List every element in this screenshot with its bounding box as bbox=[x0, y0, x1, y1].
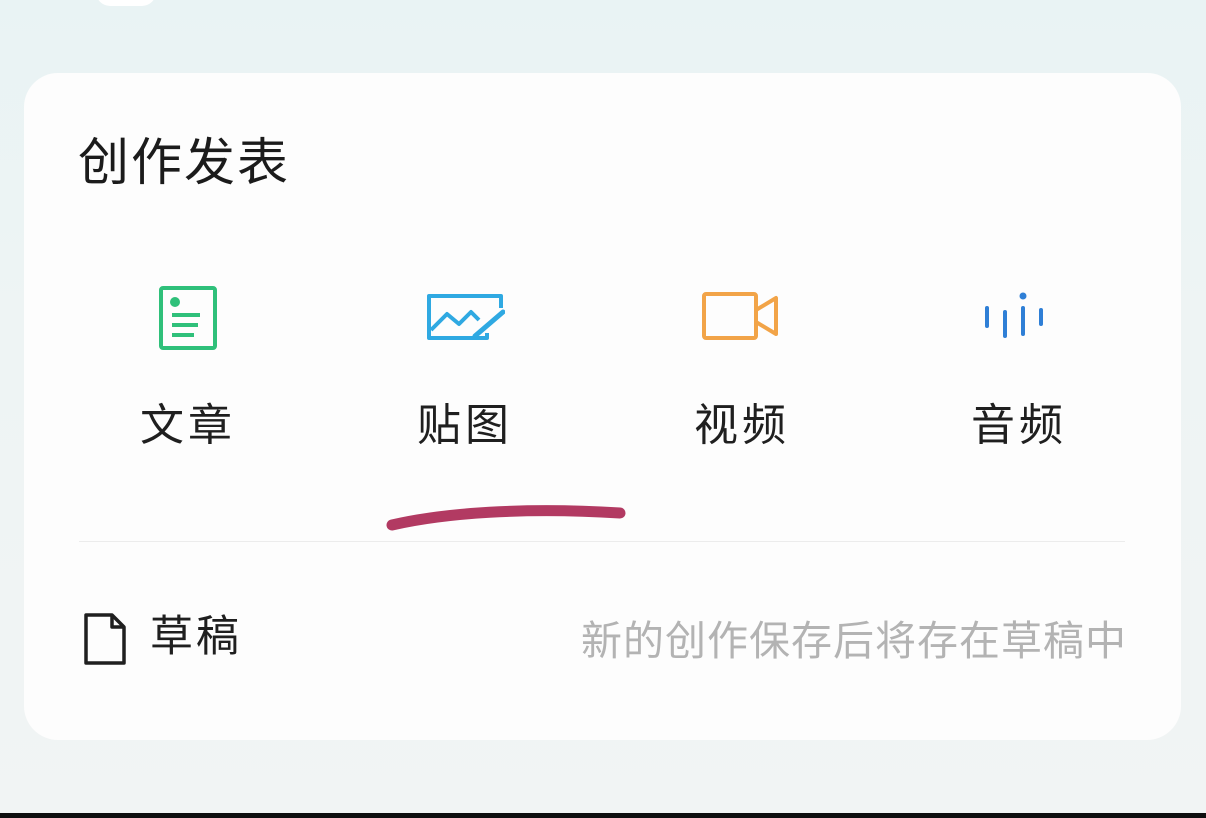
tool-video-label: 视频 bbox=[694, 400, 790, 451]
audio-waveform-icon bbox=[979, 278, 1059, 358]
drafts-row[interactable]: 草稿 新的创作保存后将存在草稿中 bbox=[24, 593, 1181, 683]
video-camera-icon bbox=[702, 278, 782, 358]
create-publish-panel: 创作发表 文章 贴图 视频 音频 草稿 新的创作保存后将存在草稿中 bbox=[24, 73, 1181, 740]
tool-video-button[interactable]: 视频 bbox=[642, 278, 842, 468]
tool-audio-button[interactable]: 音频 bbox=[919, 278, 1119, 468]
tool-image-label: 贴图 bbox=[417, 400, 513, 451]
article-icon bbox=[148, 278, 228, 358]
tool-article-button[interactable]: 文章 bbox=[88, 278, 288, 468]
panel-title: 创作发表 bbox=[78, 134, 291, 193]
tool-audio-label: 音频 bbox=[971, 400, 1067, 451]
bottom-edge bbox=[0, 813, 1206, 818]
top-decoration bbox=[96, 0, 156, 6]
divider bbox=[79, 541, 1125, 542]
handwritten-underline bbox=[386, 505, 626, 531]
drafts-hint: 新的创作保存后将存在草稿中 bbox=[581, 617, 1127, 665]
document-icon bbox=[80, 611, 130, 667]
drafts-label: 草稿 bbox=[150, 612, 242, 662]
image-icon bbox=[425, 278, 505, 358]
tool-article-label: 文章 bbox=[140, 400, 236, 451]
tool-image-button[interactable]: 贴图 bbox=[365, 278, 565, 468]
